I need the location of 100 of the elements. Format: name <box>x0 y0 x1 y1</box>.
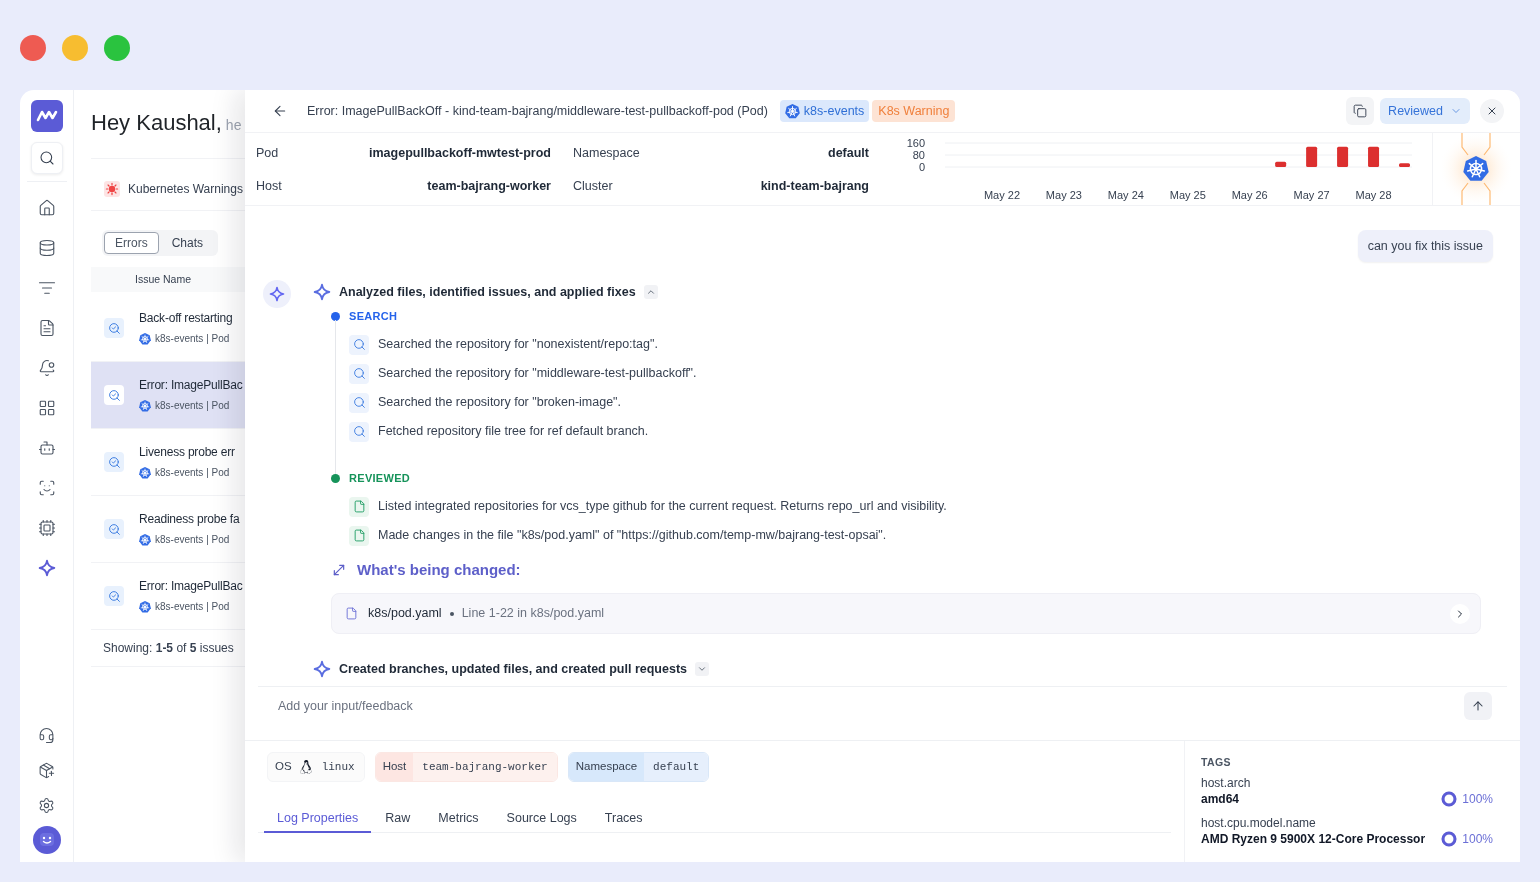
robot-icon[interactable] <box>37 439 56 457</box>
search-check-icon <box>104 452 124 472</box>
tab[interactable]: Source Logs <box>492 806 591 833</box>
status-dropdown[interactable]: Reviewed <box>1380 98 1470 124</box>
tab[interactable]: Traces <box>590 806 657 833</box>
issue-meta: k8s-events | Pod <box>155 533 230 547</box>
axis-label: May 25 <box>1169 189 1206 201</box>
axis-label: 160 <box>906 137 925 149</box>
axis-label: 80 <box>912 149 925 161</box>
tab[interactable]: Chats <box>158 232 217 254</box>
step-item: Listed integrated repositories for vcs_type github for the current request. Returns repo_url and visibility. <box>378 498 947 516</box>
ship-wheel-icon <box>139 534 151 546</box>
issue-title: Readiness probe fa <box>139 511 240 527</box>
user-avatar[interactable] <box>32 826 61 854</box>
package-icon[interactable] <box>38 762 55 779</box>
file-detail: Line 1-22 in k8s/pod.yaml <box>461 605 605 623</box>
detail-label: Namespace <box>573 144 640 162</box>
feedback-input[interactable]: Add your input/feedback <box>258 692 1464 720</box>
greeting-subtitle: he <box>225 116 242 135</box>
collapse-toggle[interactable] <box>695 662 710 676</box>
axis-label: May 28 <box>1355 189 1392 201</box>
chevron-right-icon[interactable] <box>1450 603 1470 624</box>
filter-lines-icon[interactable] <box>37 279 56 297</box>
app-logo[interactable] <box>30 100 63 132</box>
bell-icon[interactable] <box>37 359 56 377</box>
bar <box>1306 146 1318 167</box>
detail-value: default <box>828 144 869 162</box>
detail-label: Host <box>256 177 282 195</box>
step-item: Searched the repository for "middleware-test-pullbackoff". <box>378 365 697 383</box>
bar <box>1275 161 1287 167</box>
chevron-down-icon <box>697 664 708 674</box>
detail-value: team-bajrang-worker <box>427 177 551 195</box>
detail-value: kind-team-bajrang <box>760 177 869 195</box>
bar <box>1399 163 1410 167</box>
badge-label: k8s-events <box>803 102 865 120</box>
ship-wheel-icon <box>139 601 151 613</box>
issue-title: Back-off restarting <box>139 310 233 326</box>
sparkle-icon <box>313 283 331 301</box>
axis-label: May 23 <box>1045 189 1082 201</box>
bar <box>1368 146 1380 167</box>
issue-title: Liveness probe err <box>139 444 235 460</box>
tag-key: host.cpu.model.name <box>1201 814 1493 830</box>
chip-icon[interactable] <box>37 519 56 537</box>
headset-icon[interactable] <box>38 727 55 744</box>
settings-icon[interactable] <box>38 797 55 814</box>
copy-button[interactable] <box>1346 97 1375 125</box>
penguin-icon <box>298 760 313 774</box>
chip-value: default <box>644 753 709 781</box>
copy-icon <box>1353 104 1368 118</box>
pagination-summary: Showing: 1-5 of 5 issues <box>103 640 234 657</box>
database-icon[interactable] <box>37 239 56 257</box>
chip-key: OS <box>268 753 299 781</box>
issue-title: Error: ImagePullBac <box>139 578 243 594</box>
ship-wheel-icon <box>139 333 151 345</box>
step-title: Created branches, updated files, and created pull requests <box>339 660 688 678</box>
tag-value: amd64 <box>1201 791 1240 808</box>
warning-badge: K8s Warning <box>872 100 956 122</box>
search-icon <box>38 150 55 166</box>
drawer-title: Error: ImagePullBackOff - kind-team-bajrang/middleware-test-pullbackoff-pod (Pod) <box>307 102 768 120</box>
tab[interactable]: Log Properties <box>264 806 372 833</box>
user-message: can you fix this issue <box>1357 230 1493 262</box>
arrow-up-icon <box>1471 699 1485 713</box>
tab[interactable]: Raw <box>371 806 425 833</box>
tag-value: AMD Ryzen 9 5900X 12-Core Processor <box>1201 831 1426 848</box>
ship-wheel-icon <box>139 400 151 412</box>
detail-label: Pod <box>256 144 279 162</box>
tab[interactable]: Errors <box>104 232 159 254</box>
collapse-toggle[interactable] <box>643 285 658 299</box>
tab[interactable]: Metrics <box>424 806 493 833</box>
step-item: Searched the repository for "broken-image". <box>378 394 622 412</box>
search-check-icon <box>104 318 124 338</box>
grid-icon[interactable] <box>37 399 56 417</box>
window-control[interactable] <box>20 35 46 61</box>
send-button[interactable] <box>1464 692 1492 720</box>
step-item: Made changes in the file "k8s/pod.yaml" of "https://github.com/temp-mw/bajrang-test-opsai". <box>378 527 887 545</box>
search-icon <box>349 334 369 355</box>
close-button[interactable] <box>1480 99 1504 123</box>
back-icon[interactable] <box>272 103 288 119</box>
chip-value: team-bajrang-worker <box>413 753 557 781</box>
file-change-card[interactable]: k8s/pod.yaml Line 1-22 in k8s/pod.yaml <box>331 593 1481 634</box>
step-item: Searched the repository for "nonexistent/repo:tag". <box>378 336 658 354</box>
issue-row[interactable]: Error: ImagePullBac k8s-events | Pod <box>91 362 245 429</box>
issue-meta: k8s-events | Pod <box>155 399 230 413</box>
home-icon[interactable] <box>37 199 56 217</box>
tag-share: 100% <box>1462 791 1493 808</box>
issue-meta: k8s-events | Pod <box>155 600 230 614</box>
bullet-icon <box>449 611 454 616</box>
tag-key: host.arch <box>1201 774 1493 790</box>
search-button[interactable] <box>30 142 63 174</box>
search-check-icon <box>104 385 124 405</box>
document-icon[interactable] <box>37 319 56 337</box>
sparkle-icon[interactable] <box>37 559 56 577</box>
axis-label: May 22 <box>983 189 1020 201</box>
source-label: Kubernetes Warnings <box>128 180 243 198</box>
axis-label: 0 <box>918 161 925 173</box>
chip-key: Host <box>375 753 414 781</box>
search-check-icon <box>104 519 124 539</box>
file-icon <box>345 607 358 620</box>
step-title: Analyzed files, identified issues, and applied fixes <box>339 283 636 301</box>
face-scan-icon[interactable] <box>37 479 56 497</box>
